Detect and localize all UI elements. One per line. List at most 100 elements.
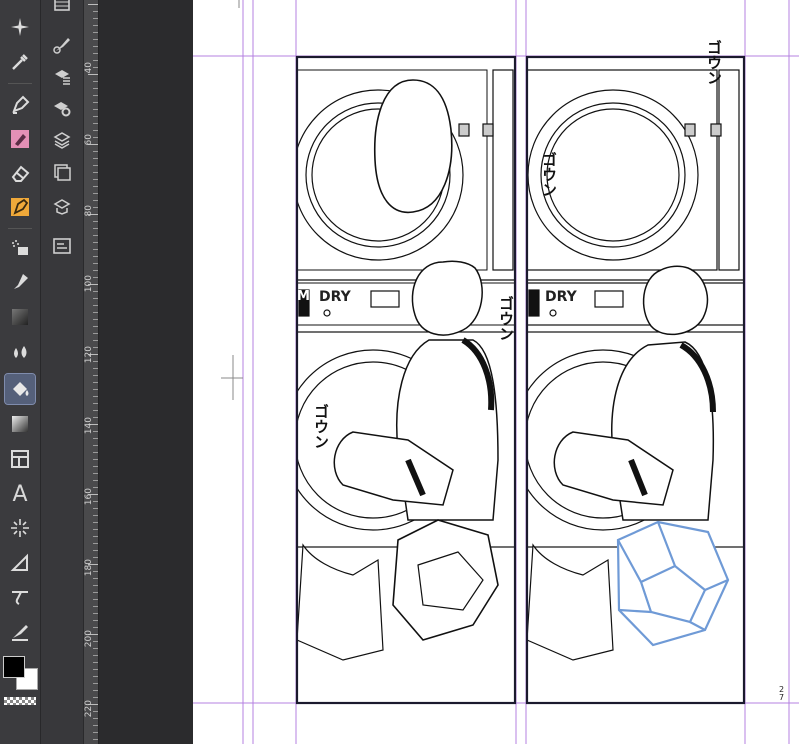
ruler-tick: [93, 473, 98, 474]
eraser-icon[interactable]: [5, 158, 35, 188]
manga-canvas[interactable]: DRY DRY M ゴウン ゴウン ゴウン ゴウン 27: [193, 0, 799, 744]
ruler-tick: [93, 459, 98, 460]
material-icon[interactable]: [50, 194, 74, 218]
ruler-tick: [93, 739, 98, 740]
ruler-tick: [93, 466, 98, 467]
gradient-icon[interactable]: [5, 409, 35, 439]
ruler-tick: [93, 319, 98, 320]
ruler-tick: [93, 123, 98, 124]
layers-icon[interactable]: [50, 128, 74, 152]
tool-property-icon[interactable]: [50, 234, 74, 258]
ruler-tick: [93, 270, 98, 271]
ruler-tick: [93, 102, 98, 103]
ruler-tick: [93, 193, 98, 194]
ruler-tick: [93, 725, 98, 726]
ruler-tick: [93, 312, 98, 313]
ruler-tick: [93, 550, 98, 551]
ruler-tick: [93, 410, 98, 411]
ruler-tick: [93, 53, 98, 54]
ruler-tick: [93, 375, 98, 376]
ruler-tick: [93, 445, 98, 446]
ruler-tick: [93, 88, 98, 89]
ruler-tick: [93, 655, 98, 656]
ruler-label: 100: [84, 275, 94, 293]
layer-gear-icon[interactable]: [50, 96, 74, 120]
ruler-tick: [93, 18, 98, 19]
ruler-tick: [93, 690, 98, 691]
sparkle-icon[interactable]: [5, 12, 35, 42]
ruler-tick: [93, 179, 98, 180]
line-correction-icon[interactable]: [5, 547, 35, 577]
ruler-tick: [93, 200, 98, 201]
ruler-tick: [93, 81, 98, 82]
ruler-tick: [93, 32, 98, 33]
ruler-tick: [93, 109, 98, 110]
ruler-tick: [93, 256, 98, 257]
ruler-label: 80: [84, 205, 94, 217]
ruler-tick: [93, 11, 98, 12]
ruler-tick: [88, 74, 98, 75]
ruler-label: 220: [84, 700, 94, 718]
pen-nib-icon[interactable]: [5, 90, 35, 120]
airbrush-icon[interactable]: [5, 233, 35, 263]
pencil-icon[interactable]: [5, 124, 35, 154]
ruler-tick: [93, 221, 98, 222]
ruler-tick: [93, 389, 98, 390]
ruler-tick: [93, 536, 98, 537]
fill-bucket-icon[interactable]: [4, 373, 36, 405]
ruler-tick: [93, 697, 98, 698]
balloon-icon[interactable]: [5, 582, 35, 612]
ruler-tick: [93, 158, 98, 159]
ruler-tick: [93, 235, 98, 236]
ruler-tick: [93, 620, 98, 621]
ruler-tick: [93, 25, 98, 26]
vector-pen-icon[interactable]: [5, 192, 35, 222]
ruler-tick: [93, 529, 98, 530]
ruler-tick: [93, 508, 98, 509]
frame-border-icon[interactable]: [5, 444, 35, 474]
ruler-tick: [93, 515, 98, 516]
ruler-tick: [93, 242, 98, 243]
sfx-text: ゴウン: [705, 40, 723, 85]
decoration-icon[interactable]: [5, 302, 35, 332]
ruler-tick: [93, 116, 98, 117]
ruler-tick: [93, 403, 98, 404]
machine-label: DRY: [545, 289, 577, 305]
ruler-tick: [93, 382, 98, 383]
correct-line-icon[interactable]: [5, 616, 35, 646]
text-icon[interactable]: A: [5, 479, 35, 509]
ruler-tick: [93, 326, 98, 327]
main-color-swatch[interactable]: [3, 656, 25, 678]
ruler-tick: [93, 669, 98, 670]
ruler-label: 160: [84, 488, 94, 506]
ruler-tick: [93, 543, 98, 544]
blend-drops-icon[interactable]: [5, 337, 35, 367]
ruler-tick: [93, 165, 98, 166]
eyedropper-icon[interactable]: [5, 47, 35, 77]
ruler-tick: [93, 186, 98, 187]
ruler-label: 60: [84, 134, 94, 146]
ruler-tick: [93, 522, 98, 523]
brush-size-icon[interactable]: [50, 33, 74, 57]
film-icon[interactable]: [50, 0, 74, 18]
ruler-tick: [93, 249, 98, 250]
ruler-tick: [93, 151, 98, 152]
ruler-tick: [93, 732, 98, 733]
ruler-tick: [93, 648, 98, 649]
ruler-tick: [93, 599, 98, 600]
sfx-text: ゴウン: [312, 404, 330, 449]
ruler-tick: [93, 452, 98, 453]
transparent-color-swatch[interactable]: [4, 697, 36, 705]
color-swatches: [0, 650, 40, 744]
ruler-tick: [93, 662, 98, 663]
ruler-lines-icon[interactable]: [5, 513, 35, 543]
ruler-tick: [93, 606, 98, 607]
ruler-tick: [93, 172, 98, 173]
ruler-tick: [93, 298, 98, 299]
navigator-icon[interactable]: [50, 160, 74, 184]
vertical-ruler[interactable]: 40 60 80 100 120 140 160 180 200 220: [84, 0, 99, 744]
brush-icon[interactable]: [5, 267, 35, 297]
ruler-tick: [93, 95, 98, 96]
ruler-label: 200: [84, 630, 94, 648]
layer-property-icon[interactable]: [50, 64, 74, 88]
